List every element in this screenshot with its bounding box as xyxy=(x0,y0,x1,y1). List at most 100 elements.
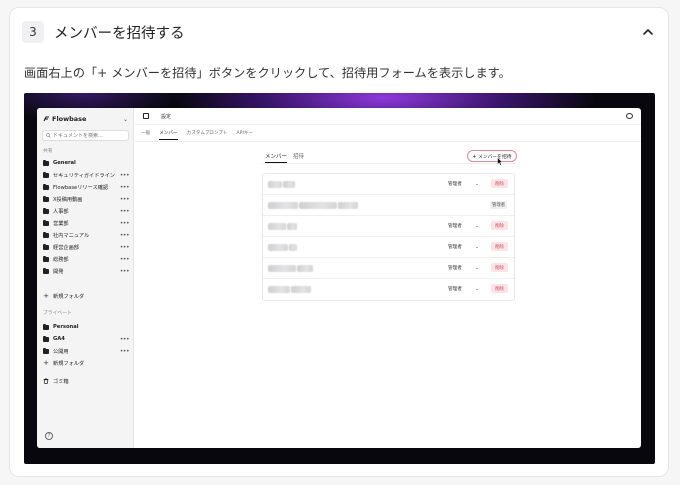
more-options-icon[interactable]: ••• xyxy=(120,244,130,251)
sidebar-toggle-icon[interactable] xyxy=(143,113,149,119)
tab-custom-prompt[interactable]: カスタムプロンプト xyxy=(187,128,228,140)
sidebar-folder-item[interactable]: 公開用 ••• xyxy=(43,346,130,356)
trash-item[interactable]: ゴミ箱 xyxy=(43,376,129,386)
delete-member-button[interactable]: 削除 xyxy=(491,284,508,293)
folder-icon xyxy=(43,183,49,190)
role-value: 管理者 xyxy=(448,224,462,229)
folder-label: X投稿用動画 xyxy=(53,196,83,203)
folder-icon xyxy=(43,347,49,354)
chevron-updown-icon: ⌄ xyxy=(475,181,479,187)
role-select[interactable]: 管理者 ⌄ xyxy=(445,242,482,252)
subtabs-divider xyxy=(262,163,515,164)
folder-label: 人事部 xyxy=(53,208,69,215)
chevron-updown-icon: ⌄ xyxy=(475,265,479,271)
role-select[interactable]: 管理者 ⌄ xyxy=(445,221,482,231)
folder-label: 公開用 xyxy=(53,348,69,355)
sidebar-folder-item[interactable]: GA4 ••• xyxy=(43,334,130,344)
role-select[interactable]: 管理者 ⌄ xyxy=(445,284,482,294)
redacted-member-info xyxy=(268,181,282,188)
folder-label: Personal xyxy=(53,324,79,330)
step-title: メンバーを招待する xyxy=(54,25,185,42)
new-private-folder-button[interactable]: + 新規フォルダ xyxy=(43,358,129,368)
role-badge: 管理者 xyxy=(490,201,508,209)
step-card: 3 メンバーを招待する 画面右上の「+ メンバーを招待」ボタンをクリックして、招… xyxy=(9,7,669,477)
search-icon xyxy=(46,133,51,138)
chevron-updown-icon: ⌄ xyxy=(475,244,479,250)
folder-label: セキュリティガイドライン xyxy=(53,172,115,179)
redacted-member-info xyxy=(297,265,313,272)
brand[interactable]: Flowbase xyxy=(43,115,86,123)
more-options-icon[interactable]: ••• xyxy=(120,196,130,203)
sidebar-folder-item[interactable]: X投稿用動画 ••• xyxy=(43,194,130,204)
sidebar-folder-item[interactable]: Personal xyxy=(43,322,129,332)
chevron-up-icon[interactable] xyxy=(640,24,656,40)
folder-label: 社内マニュアル xyxy=(53,233,90,240)
search-input[interactable] xyxy=(53,132,123,139)
more-options-icon[interactable]: ••• xyxy=(120,256,130,263)
member-table: 管理者 ⌄ 削除 管理者 管理者 ⌄ 削除 管理者 ⌄ 削除 管理者 ⌄ 削除 管理者 ⌄ 削除 xyxy=(262,173,515,301)
add-member-button[interactable]: + メンバーを招待 xyxy=(467,150,517,162)
plus-icon: + xyxy=(43,359,49,367)
screenshot-frame: Flowbase ⌄ 共有 Generalセキュリティガイドライン•••Flow… xyxy=(24,93,655,464)
redacted-member-info xyxy=(291,286,311,293)
delete-member-button[interactable]: 削除 xyxy=(491,179,508,188)
member-row: 管理者 ⌄ 削除 xyxy=(263,174,514,195)
folder-label: 開発 xyxy=(53,269,64,276)
step-description: 画面右上の「+ メンバーを招待」ボタンをクリックして、招待用フォームを表示します… xyxy=(24,66,511,80)
delete-member-button[interactable]: 削除 xyxy=(491,242,508,251)
new-folder-button[interactable]: + 新規フォルダ xyxy=(43,291,129,301)
folder-label: 営業部 xyxy=(53,221,69,227)
more-options-icon[interactable]: ••• xyxy=(120,172,130,179)
more-options-icon[interactable]: ••• xyxy=(120,348,130,355)
folder-label: 経営企画部 xyxy=(53,245,79,252)
tab-api-key[interactable]: APIキー xyxy=(237,128,253,140)
member-row: 管理者 ⌄ 削除 xyxy=(263,279,514,300)
chevron-updown-icon: ⌄ xyxy=(475,223,479,229)
search-box[interactable] xyxy=(42,130,129,141)
chevron-down-icon[interactable]: ⌄ xyxy=(123,116,128,123)
role-select[interactable]: 管理者 ⌄ xyxy=(445,263,482,273)
tabs-divider xyxy=(135,141,641,142)
more-options-icon[interactable]: ••• xyxy=(120,184,130,191)
more-options-icon[interactable]: ••• xyxy=(120,336,130,343)
folder-icon xyxy=(43,195,49,202)
member-row: 管理者 ⌄ 削除 xyxy=(263,216,514,237)
subtab-members[interactable]: メンバー xyxy=(265,152,288,163)
sidebar-folder-item[interactable]: 営業部 ••• xyxy=(43,219,130,229)
sidebar-folder-item[interactable]: General xyxy=(43,158,129,168)
help-icon[interactable]: ? xyxy=(45,432,53,440)
sidebar-folder-item[interactable]: 社内マニュアル ••• xyxy=(43,231,130,241)
role-value: 管理者 xyxy=(448,266,462,271)
tab-members[interactable]: メンバー xyxy=(159,128,178,140)
redacted-member-info xyxy=(268,265,296,272)
redacted-member-info xyxy=(289,244,297,251)
folder-icon xyxy=(43,159,49,166)
sidebar-folder-item[interactable]: Flowbaseリリース確認 ••• xyxy=(43,182,130,192)
sidebar-folder-item[interactable]: 総務部 ••• xyxy=(43,255,130,265)
main-content: 設定 一般 メンバー カスタムプロンプト APIキー メンバー 招待 + メンバ… xyxy=(135,108,641,448)
chat-icon[interactable] xyxy=(626,113,633,119)
subtab-invites[interactable]: 招待 xyxy=(293,152,304,163)
delete-member-button[interactable]: 削除 xyxy=(491,263,508,272)
role-select[interactable]: 管理者 ⌄ xyxy=(445,179,482,189)
role-value: 管理者 xyxy=(448,287,462,292)
sidebar-folder-item[interactable]: 人事部 ••• xyxy=(43,206,130,216)
more-options-icon[interactable]: ••• xyxy=(120,268,130,275)
folder-label: Flowbaseリリース確認 xyxy=(53,184,109,191)
folder-label: General xyxy=(53,160,76,166)
more-options-icon[interactable]: ••• xyxy=(120,220,130,227)
brand-name: Flowbase xyxy=(52,115,87,123)
delete-member-button[interactable]: 削除 xyxy=(491,221,508,230)
sidebar-folder-item[interactable]: 開発 ••• xyxy=(43,267,130,277)
more-options-icon[interactable]: ••• xyxy=(120,232,130,239)
member-row: 管理者 xyxy=(263,195,514,216)
more-options-icon[interactable]: ••• xyxy=(120,208,130,215)
step-header[interactable]: 3 メンバーを招待する xyxy=(22,21,656,43)
sidebar-folder-item[interactable]: セキュリティガイドライン ••• xyxy=(43,170,130,180)
chevron-updown-icon: ⌄ xyxy=(475,286,479,292)
tab-general[interactable]: 一般 xyxy=(141,128,150,140)
folder-icon xyxy=(43,207,49,214)
sidebar-folder-item[interactable]: 経営企画部 ••• xyxy=(43,243,130,253)
folder-icon xyxy=(43,268,49,275)
settings-tabs: 一般 メンバー カスタムプロンプト APIキー xyxy=(141,128,253,142)
